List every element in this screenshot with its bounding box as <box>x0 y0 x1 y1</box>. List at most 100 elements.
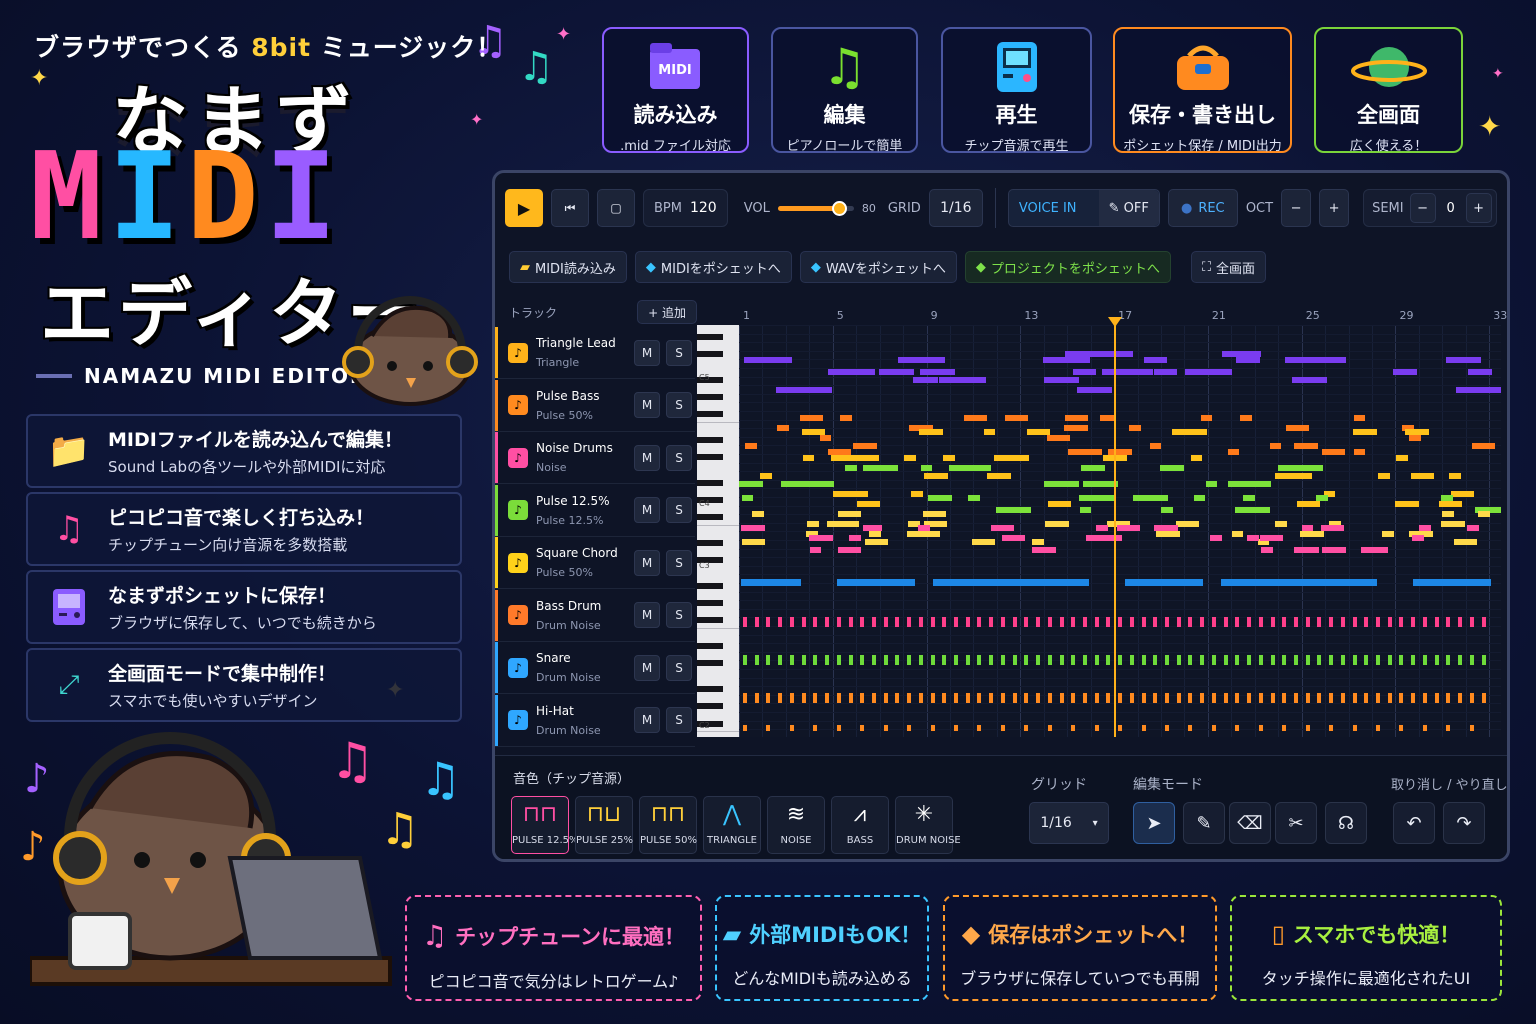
note[interactable] <box>1047 501 1072 507</box>
drum-hit[interactable] <box>1469 693 1474 703</box>
note[interactable] <box>995 507 1031 513</box>
drum-hit[interactable] <box>907 655 912 665</box>
drum-hit[interactable] <box>1235 693 1240 703</box>
note[interactable] <box>1221 579 1317 586</box>
note[interactable] <box>1353 415 1366 421</box>
note[interactable] <box>949 465 973 471</box>
note[interactable] <box>1185 369 1233 375</box>
note[interactable] <box>1205 481 1218 487</box>
note[interactable] <box>849 535 861 541</box>
note[interactable] <box>819 435 832 441</box>
piano-black-key[interactable] <box>697 686 723 693</box>
drum-hit[interactable] <box>1188 725 1193 731</box>
voice-in-toggle[interactable]: ✎ OFF <box>1098 190 1159 226</box>
drum-hit[interactable] <box>766 693 771 703</box>
drum-hit[interactable] <box>1129 617 1134 627</box>
drum-hit[interactable] <box>918 693 923 703</box>
note[interactable] <box>1046 435 1071 441</box>
drum-hit[interactable] <box>1106 693 1111 703</box>
drum-hit[interactable] <box>1481 617 1486 627</box>
drum-hit[interactable] <box>1118 617 1123 627</box>
drum-hit[interactable] <box>743 725 747 731</box>
note[interactable] <box>1477 511 1490 517</box>
midi-to-pouch-button[interactable]: ◆ MIDIをポシェットへ <box>634 251 792 283</box>
note[interactable] <box>1193 495 1206 501</box>
drum-hit[interactable] <box>989 655 994 665</box>
solo-button[interactable]: S <box>666 549 692 576</box>
semi-minus-button[interactable]: − <box>1409 193 1436 223</box>
drum-hit[interactable] <box>954 725 958 731</box>
note[interactable] <box>1172 429 1208 435</box>
drum-hit[interactable] <box>813 725 818 731</box>
note[interactable] <box>1235 507 1271 513</box>
drum-hit[interactable] <box>954 617 958 627</box>
note[interactable] <box>1412 535 1425 541</box>
note[interactable] <box>919 429 943 435</box>
note[interactable] <box>739 481 763 487</box>
note[interactable] <box>1032 547 1056 553</box>
piano-black-key[interactable] <box>697 583 723 589</box>
note[interactable] <box>1231 531 1244 537</box>
drum-hit[interactable] <box>1352 693 1357 703</box>
note[interactable] <box>878 369 915 375</box>
drum-hit[interactable] <box>1305 617 1310 627</box>
note[interactable] <box>1190 455 1203 461</box>
note[interactable] <box>1106 481 1119 487</box>
note[interactable] <box>781 481 805 487</box>
note[interactable] <box>1160 507 1173 513</box>
drum-hit[interactable] <box>766 725 771 731</box>
note[interactable] <box>1277 465 1302 471</box>
drum-hit[interactable] <box>1036 617 1041 627</box>
note[interactable] <box>1364 547 1388 553</box>
note[interactable] <box>1044 377 1080 383</box>
note[interactable] <box>939 377 986 383</box>
track-row[interactable]: ♪ Snare Drum Noise M S <box>495 642 695 694</box>
drum-hit[interactable] <box>1036 655 1041 665</box>
note[interactable] <box>920 465 933 471</box>
drum-hit[interactable] <box>1411 693 1416 703</box>
drum-hit[interactable] <box>1376 725 1381 731</box>
semi-plus-button[interactable]: + <box>1465 193 1492 223</box>
drum-hit[interactable] <box>860 725 865 731</box>
note[interactable] <box>1086 351 1133 357</box>
note[interactable] <box>745 443 757 449</box>
drum-hit[interactable] <box>1047 655 1052 665</box>
drum-hit[interactable] <box>1165 693 1170 703</box>
drum-hit[interactable] <box>1176 655 1181 665</box>
drum-hit[interactable] <box>918 655 923 665</box>
drum-hit[interactable] <box>1000 693 1005 703</box>
drum-hit[interactable] <box>1036 693 1041 703</box>
drum-hit[interactable] <box>1012 655 1017 665</box>
note[interactable] <box>760 473 773 479</box>
drum-hit[interactable] <box>895 693 900 703</box>
note[interactable] <box>845 465 858 471</box>
note[interactable] <box>801 429 826 435</box>
note[interactable] <box>1321 449 1346 455</box>
note[interactable] <box>914 377 938 383</box>
drum-hit[interactable] <box>1176 693 1181 703</box>
drum-hit[interactable] <box>1469 655 1474 665</box>
piano-black-key[interactable] <box>697 479 723 486</box>
drum-hit[interactable] <box>1258 725 1263 731</box>
drum-hit[interactable] <box>1293 655 1298 665</box>
drum-hit[interactable] <box>977 725 982 731</box>
note[interactable] <box>1439 501 1463 507</box>
drum-hit[interactable] <box>1446 693 1451 703</box>
drum-hit[interactable] <box>1176 617 1181 627</box>
drum-hit[interactable] <box>1258 617 1263 627</box>
drum-hit[interactable] <box>1106 655 1111 665</box>
track-row[interactable]: ♪ Noise Drums Noise M S <box>495 432 695 484</box>
drum-hit[interactable] <box>1012 617 1017 627</box>
drum-hit[interactable] <box>1364 655 1369 665</box>
drum-hit[interactable] <box>836 693 841 703</box>
drum-hit[interactable] <box>1293 617 1298 627</box>
drum-hit[interactable] <box>1118 655 1123 665</box>
rec-button[interactable]: ● REC <box>1167 189 1238 227</box>
drum-hit[interactable] <box>930 617 935 627</box>
note[interactable] <box>968 495 980 501</box>
drum-hit[interactable] <box>1153 655 1158 665</box>
drum-hit[interactable] <box>1071 655 1076 665</box>
note[interactable] <box>809 535 834 541</box>
voice-button[interactable]: ⊓⊓ PULSE 50% <box>639 796 697 854</box>
bpm-control[interactable]: BPM 120 <box>643 189 728 227</box>
